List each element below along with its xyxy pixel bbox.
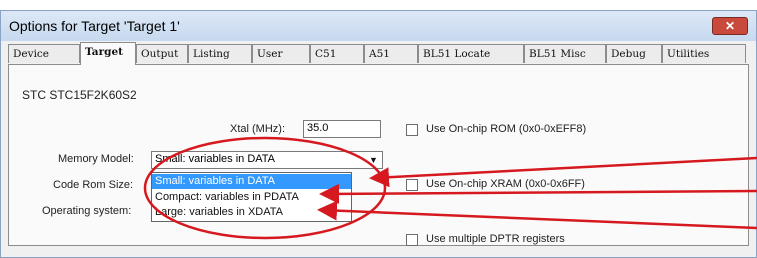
- tab-device[interactable]: Device: [8, 44, 80, 63]
- xtal-input[interactable]: 35.0: [303, 120, 381, 138]
- dropdown-option-small[interactable]: Small: variables in DATA: [152, 174, 351, 189]
- tab-target[interactable]: Target: [80, 42, 136, 65]
- dropdown-option-large[interactable]: Large: variables in XDATA: [152, 205, 351, 220]
- onchip-xram-checkbox[interactable]: [406, 179, 418, 191]
- close-button[interactable]: ✕: [712, 17, 748, 35]
- memory-model-value: Small: variables in DATA: [155, 153, 276, 165]
- chevron-down-icon[interactable]: ▼: [366, 153, 381, 167]
- xtal-value: 35.0: [307, 122, 329, 134]
- window-title: Options for Target 'Target 1': [9, 18, 180, 34]
- tab-a51[interactable]: A51: [364, 44, 418, 63]
- tab-listing[interactable]: Listing: [188, 44, 252, 63]
- device-name: STC STC15F2K60S2: [22, 88, 137, 102]
- tab-utilities[interactable]: Utilities: [662, 44, 746, 63]
- close-icon: ✕: [724, 19, 736, 33]
- onchip-rom-label: Use On-chip ROM (0x0-0xEFF8): [426, 123, 587, 135]
- tab-bl51-locate[interactable]: BL51 Locate: [418, 44, 524, 63]
- memory-model-dropdown: Small: variables in DATA Compact: variab…: [151, 172, 352, 222]
- dropdown-option-compact[interactable]: Compact: variables in PDATA: [152, 190, 351, 205]
- tab-user[interactable]: User: [252, 44, 310, 63]
- tab-bl51-misc[interactable]: BL51 Misc: [524, 44, 606, 63]
- tab-strip: Device Target Output Listing User C51 A5…: [8, 42, 748, 65]
- xtal-label: Xtal (MHz):: [230, 123, 285, 135]
- onchip-xram-label: Use On-chip XRAM (0x0-0x6FF): [426, 178, 585, 190]
- tab-debug[interactable]: Debug: [606, 44, 662, 63]
- onchip-rom-checkbox[interactable]: [406, 124, 418, 136]
- memory-model-select[interactable]: Small: variables in DATA ▼: [151, 151, 383, 169]
- title-bar[interactable]: Options for Target 'Target 1' ✕: [1, 11, 756, 41]
- operating-system-label: Operating system:: [42, 205, 132, 217]
- multiple-dptr-checkbox[interactable]: [406, 234, 418, 246]
- tab-c51[interactable]: C51: [310, 44, 364, 63]
- multiple-dptr-label: Use multiple DPTR registers: [426, 233, 565, 245]
- tab-output[interactable]: Output: [136, 44, 188, 63]
- code-rom-size-label: Code Rom Size:: [53, 179, 134, 191]
- memory-model-label: Memory Model:: [58, 153, 134, 165]
